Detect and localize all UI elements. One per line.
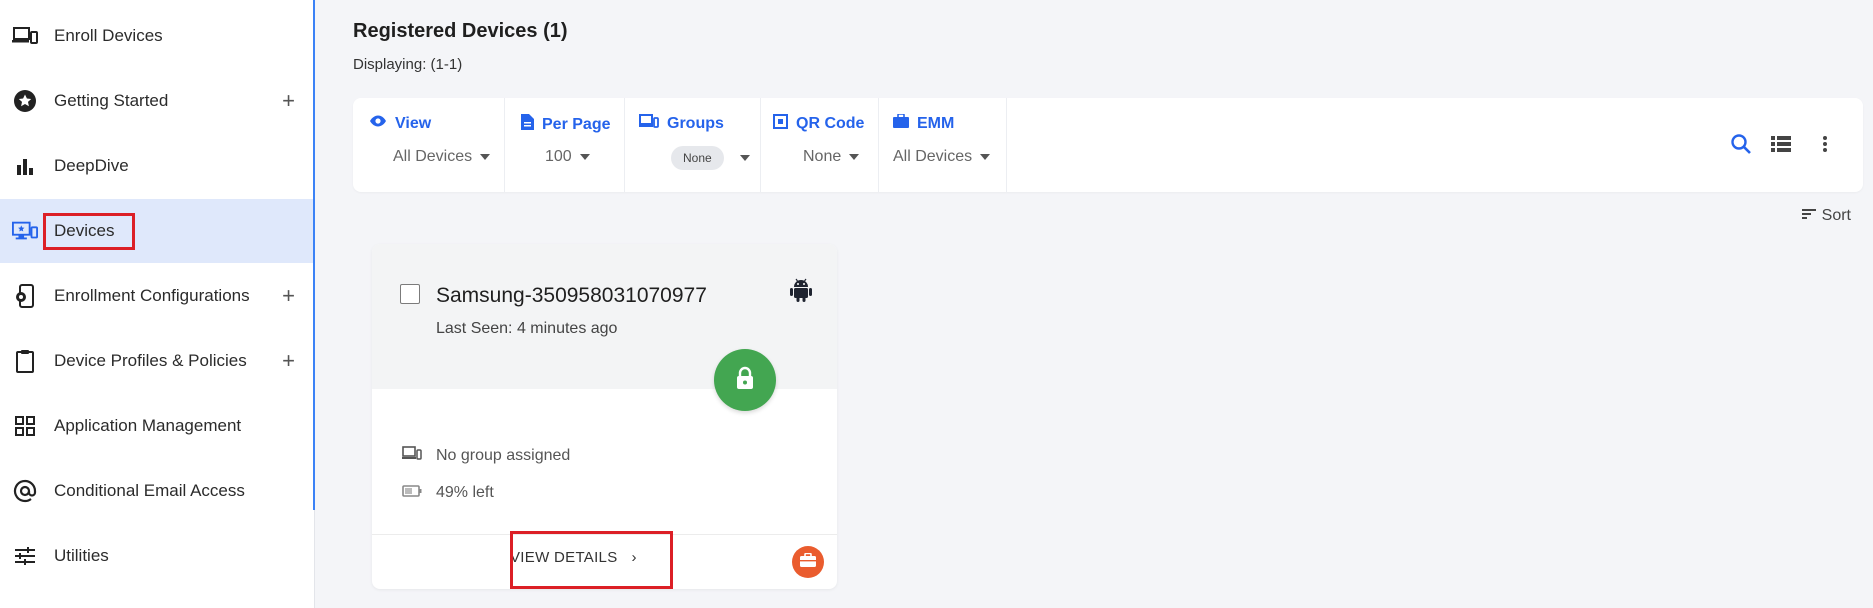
emm-value: All Devices (893, 148, 973, 165)
qr-code-value: None (803, 148, 842, 165)
caret-down-icon (980, 154, 991, 160)
sidebar-item-label: Enroll Devices (54, 26, 163, 45)
sort-icon (1801, 207, 1816, 225)
sidebar-item-getting-started[interactable]: Getting Started + (0, 69, 313, 133)
clipboard-icon (12, 348, 38, 374)
per-page-value: 100 (545, 148, 572, 165)
emm-filter[interactable]: EMM All Devices (879, 98, 1007, 192)
expand-plus-icon[interactable]: + (282, 285, 295, 307)
view-dropdown[interactable]: All Devices (393, 148, 491, 166)
expand-plus-icon[interactable]: + (282, 90, 295, 112)
device-name: Samsung-350958031070977 (436, 284, 707, 307)
highlight-box-devices (43, 213, 135, 250)
star-circle-icon (12, 88, 38, 114)
briefcase-icon (800, 552, 816, 572)
devices-icon (639, 114, 659, 133)
sidebar-item-application-management[interactable]: Application Management (0, 394, 313, 458)
sidebar-item-device-profiles-policies[interactable]: Device Profiles & Policies + (0, 329, 313, 393)
sidebar-item-enrollment-configurations[interactable]: Enrollment Configurations + (0, 264, 313, 328)
last-seen: Last Seen: 4 minutes ago (436, 320, 618, 337)
per-page-label: Per Page (542, 115, 611, 133)
sidebar-item-utilities[interactable]: Utilities (0, 524, 313, 588)
sidebar-item-deepdive[interactable]: DeepDive (0, 134, 313, 198)
caret-down-icon (739, 155, 750, 161)
qr-code-filter[interactable]: QR Code None (761, 98, 879, 192)
qr-code-label: QR Code (796, 115, 865, 132)
display-count: Displaying: (1-1) (353, 56, 463, 73)
briefcase-icon (893, 113, 909, 133)
work-profile-badge[interactable] (792, 546, 824, 578)
android-icon (790, 278, 812, 307)
bar-chart-icon (12, 153, 38, 179)
more-vertical-icon[interactable] (1811, 130, 1839, 158)
emm-dropdown[interactable]: All Devices (893, 148, 991, 166)
group-info: No group assigned (402, 446, 570, 465)
apps-grid-icon (12, 413, 38, 439)
sidebar-item-label: Device Profiles & Policies (54, 351, 247, 370)
sort-button[interactable]: Sort (1801, 207, 1851, 225)
view-filter[interactable]: View All Devices (353, 98, 505, 192)
groups-chip: None (671, 146, 724, 170)
emm-label: EMM (917, 114, 955, 132)
sidebar-item-conditional-email-access[interactable]: Conditional Email Access (0, 459, 313, 523)
monitor-phone-icon (12, 218, 38, 244)
devices-icon (402, 446, 422, 465)
sidebar-accent-bar (313, 0, 315, 510)
device-select-checkbox[interactable] (400, 284, 420, 304)
sort-label: Sort (1821, 207, 1851, 224)
battery-icon (402, 484, 422, 502)
battery-info: 49% left (402, 484, 494, 502)
battery-status: 49% left (436, 484, 494, 501)
phone-gear-icon (12, 283, 38, 309)
page-title: Registered Devices (1) (353, 20, 568, 42)
at-sign-icon (12, 478, 38, 504)
view-value: All Devices (393, 148, 473, 165)
sidebar-item-label: DeepDive (54, 156, 129, 175)
sliders-icon (12, 543, 38, 569)
sidebar-item-enroll-devices[interactable]: Enroll Devices (0, 4, 313, 68)
list-view-icon[interactable] (1767, 130, 1795, 158)
caret-down-icon (849, 154, 860, 160)
highlight-box-view-details (510, 531, 673, 589)
qr-code-dropdown[interactable]: None (803, 148, 860, 166)
per-page-filter[interactable]: Per Page 100 (505, 98, 625, 192)
qr-code-icon (773, 114, 788, 134)
groups-dropdown[interactable]: None (671, 146, 750, 170)
eye-icon (369, 114, 387, 133)
groups-label: Groups (667, 114, 724, 132)
per-page-dropdown[interactable]: 100 (545, 148, 590, 166)
document-icon (521, 114, 534, 135)
sidebar-item-label: Conditional Email Access (54, 481, 245, 500)
sidebar-item-label: Application Management (54, 416, 242, 435)
lock-status-badge[interactable] (714, 349, 776, 411)
filter-toolbar: View All Devices Per Page 100 Groups Non… (353, 98, 1863, 192)
sidebar-item-label: Enrollment Configurations (54, 286, 250, 305)
devices-icon (12, 23, 38, 49)
sidebar-item-label: Getting Started (54, 91, 169, 110)
view-label: View (395, 114, 432, 132)
sidebar-item-label: Utilities (54, 546, 109, 565)
expand-plus-icon[interactable]: + (282, 350, 295, 372)
group-status: No group assigned (436, 446, 571, 464)
caret-down-icon (579, 154, 590, 160)
lock-icon (735, 366, 755, 395)
caret-down-icon (480, 154, 491, 160)
groups-filter[interactable]: Groups None (625, 98, 761, 192)
search-icon[interactable] (1727, 130, 1755, 158)
sidebar: Enroll Devices Getting Started + DeepDiv… (0, 0, 315, 608)
